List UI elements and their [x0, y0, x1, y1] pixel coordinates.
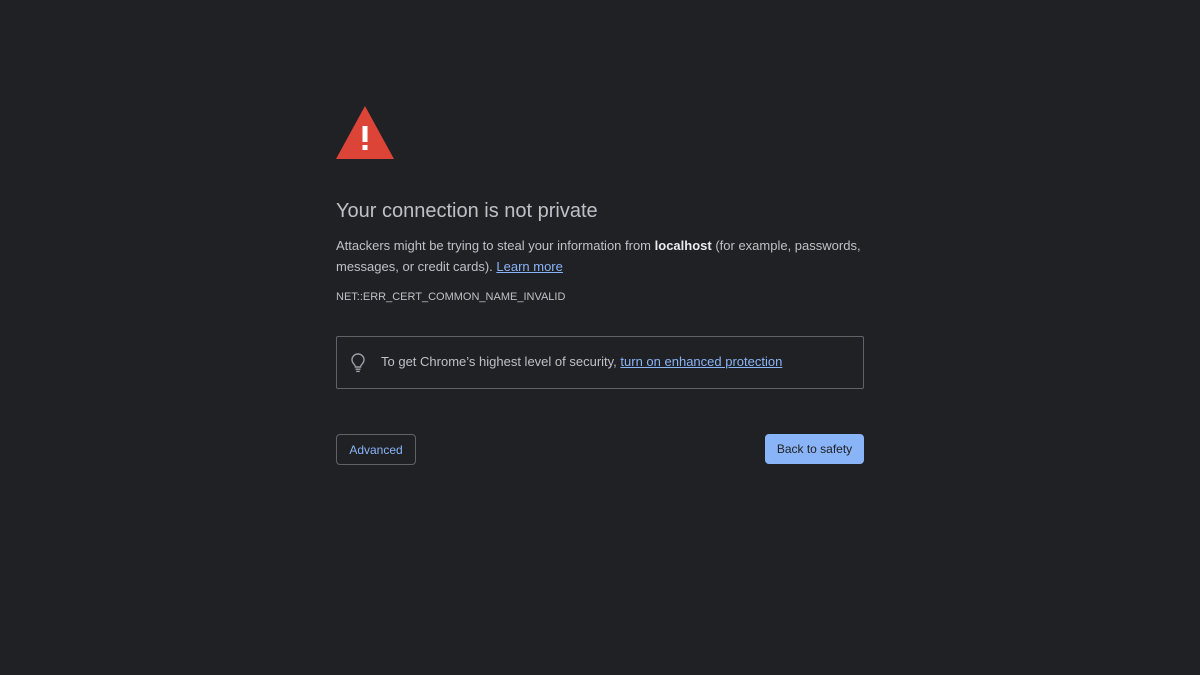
page-title: Your connection is not private [336, 200, 598, 222]
enhanced-protection-text: To get Chrome’s highest level of securit… [381, 354, 782, 369]
lightbulb-icon [351, 353, 365, 373]
enhanced-protection-link[interactable]: turn on enhanced protection [620, 354, 782, 369]
back-to-safety-button[interactable]: Back to safety [765, 434, 864, 464]
enhanced-protection-label: To get Chrome’s highest level of securit… [381, 354, 621, 369]
explanation-text: Attackers might be trying to steal your … [336, 235, 864, 277]
learn-more-link[interactable]: Learn more [496, 259, 562, 274]
warning-triangle-icon [336, 106, 394, 159]
hostname: localhost [654, 238, 712, 253]
enhanced-protection-box: To get Chrome’s highest level of securit… [336, 336, 864, 389]
explanation-before: Attackers might be trying to steal your … [336, 238, 655, 253]
advanced-button[interactable]: Advanced [336, 434, 416, 465]
error-code: NET::ERR_CERT_COMMON_NAME_INVALID [336, 291, 566, 303]
